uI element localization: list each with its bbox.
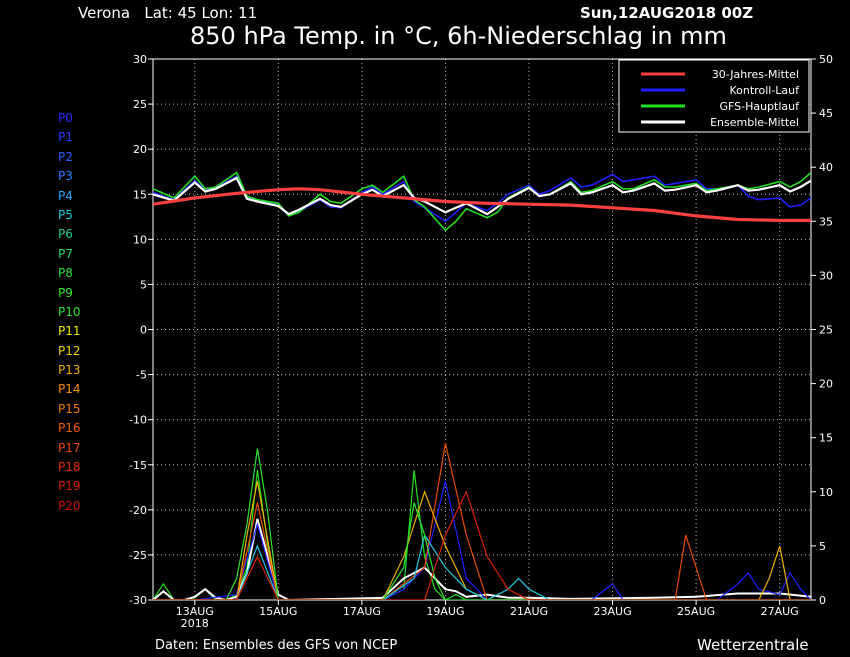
- x-axis-tick-label: 27AUG: [761, 605, 799, 618]
- legend-label: GFS-Hauptlauf: [719, 100, 800, 113]
- legend-label: 30-Jahres-Mittel: [712, 68, 799, 81]
- left-axis-tick-label: -30: [129, 594, 147, 607]
- right-axis-tick-label: 0: [819, 594, 826, 607]
- left-axis-tick-label: -5: [136, 369, 147, 382]
- left-axis-tick-label: -10: [129, 414, 147, 427]
- x-axis-tick-label: 23AUG: [594, 605, 632, 618]
- left-axis-tick-label: 15: [133, 188, 147, 201]
- x-axis-tick-label: 17AUG: [343, 605, 381, 618]
- right-axis-tick-label: 45: [819, 107, 833, 120]
- left-axis-tick-label: -20: [129, 504, 147, 517]
- right-axis-tick-label: 5: [819, 540, 826, 553]
- left-axis-tick-label: 20: [133, 143, 147, 156]
- left-axis-tick-label: 25: [133, 98, 147, 111]
- chart-canvas: 302520151050-5-10-15-20-25-3050454035302…: [129, 53, 833, 630]
- data-source-label: Daten: Ensembles des GFS von NCEP: [155, 638, 398, 653]
- left-axis-tick-label: 30: [133, 53, 147, 66]
- right-axis-tick-label: 35: [819, 215, 833, 228]
- x-axis-tick-label: 25AUG: [677, 605, 715, 618]
- right-axis-tick-label: 50: [819, 53, 833, 66]
- x-axis-tick-label: 15AUG: [259, 605, 297, 618]
- left-axis-tick-label: 5: [140, 278, 147, 291]
- right-axis-tick-label: 25: [819, 324, 833, 337]
- left-axis-tick-label: 0: [140, 324, 147, 337]
- right-axis-tick-label: 30: [819, 269, 833, 282]
- legend-label: Ensemble-Mittel: [710, 116, 799, 129]
- temp-line-gfs-hauptlauf: [153, 171, 811, 232]
- right-axis-tick-label: 20: [819, 378, 833, 391]
- x-axis-tick-label: 21AUG: [510, 605, 548, 618]
- plot-area: [153, 171, 811, 600]
- brand-label: Wetterzentrale: [697, 636, 809, 654]
- right-axis-tick-label: 15: [819, 432, 833, 445]
- right-axis-tick-label: 10: [819, 486, 833, 499]
- x-axis-year-label: 2018: [181, 617, 209, 630]
- left-axis-tick-label: -15: [129, 459, 147, 472]
- x-axis-tick-label: 19AUG: [426, 605, 464, 618]
- left-axis-tick-label: -25: [129, 549, 147, 562]
- legend-label: Kontroll-Lauf: [730, 84, 801, 97]
- right-axis-tick-label: 40: [819, 161, 833, 174]
- left-axis-tick-label: 10: [133, 233, 147, 246]
